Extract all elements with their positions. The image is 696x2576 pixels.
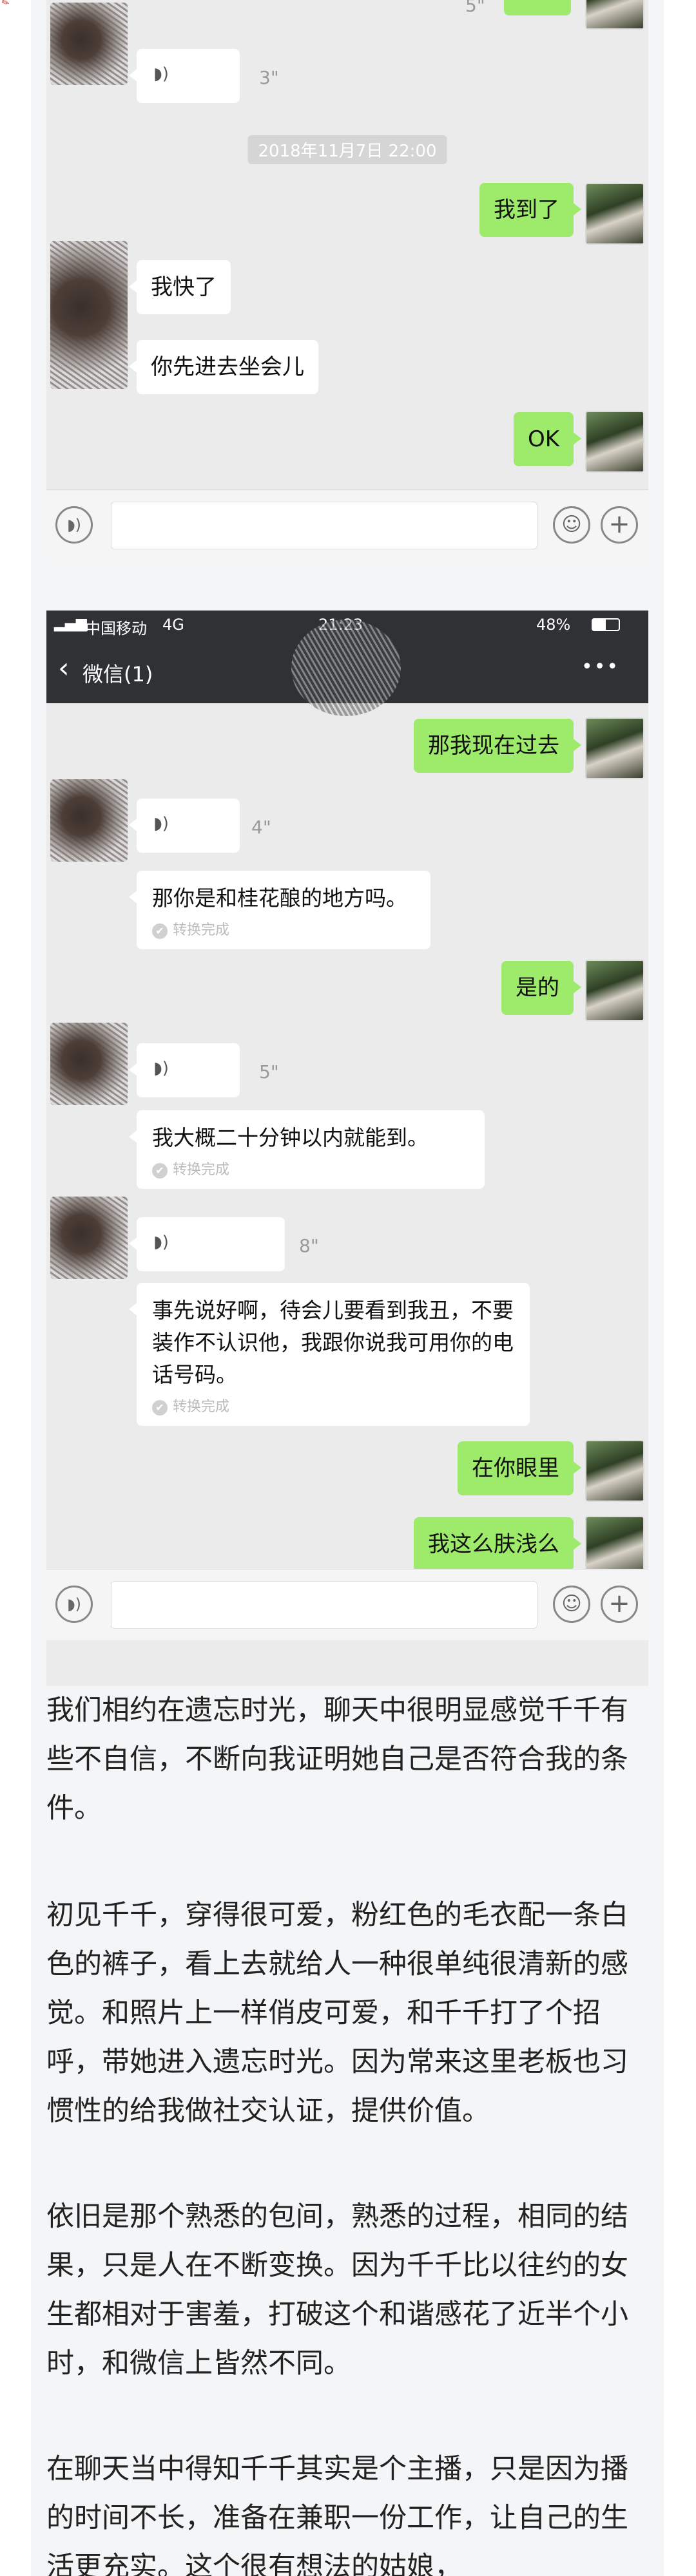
avatar-self bbox=[585, 0, 644, 30]
voice-message[interactable]: ◗) bbox=[129, 49, 240, 103]
back-chevron-icon[interactable]: ‹ bbox=[58, 654, 70, 683]
avatar-self bbox=[585, 411, 644, 473]
article-column: 5" ◗) 3" 2018年11月7日 22:00 我到了 我快了 你先进去坐会… bbox=[31, 0, 664, 2576]
signal-icon: ▂▄▆ bbox=[54, 616, 87, 632]
voice-transcript: 事先说好啊，待会儿要看到我丑，不要装作不认识他，我跟你说我可用你的电话号码。 转… bbox=[129, 1283, 530, 1426]
plus-icon[interactable]: + bbox=[601, 1586, 638, 1623]
voice-duration: 5" bbox=[259, 1061, 279, 1083]
voice-transcript: 那你是和桂花酿的地方吗。 转换完成 bbox=[129, 871, 430, 949]
avatar-contact bbox=[50, 779, 128, 862]
voice-mode-icon[interactable]: ◗) bbox=[55, 1586, 93, 1623]
transcript-text: 那你是和桂花酿的地方吗。 bbox=[152, 886, 407, 911]
incoming-message[interactable]: 我快了 bbox=[129, 260, 231, 314]
voice-transcript: 我大概二十分钟以内就能到。 转换完成 bbox=[129, 1110, 485, 1189]
voice-wave-icon: ◗) bbox=[153, 814, 169, 833]
chat-screenshot-2: ▂▄▆ 中国移动 4G 21:23 48% ‹ 微信(1) ••• 那我现在过去… bbox=[46, 611, 648, 1686]
avatar-contact bbox=[50, 1023, 128, 1105]
voice-wave-icon: ◗) bbox=[153, 1059, 169, 1078]
outgoing-message[interactable]: 我这么肤浅么 bbox=[414, 1517, 581, 1571]
voice-message[interactable]: ◗) bbox=[129, 1043, 240, 1097]
avatar-self bbox=[585, 717, 644, 779]
partial-outgoing-bubble bbox=[504, 0, 571, 15]
voice-duration-top: 5" bbox=[465, 0, 485, 16]
avatar-self bbox=[585, 1440, 644, 1502]
avatar-self bbox=[585, 183, 644, 245]
chat-timestamp: 2018年11月7日 22:00 bbox=[247, 135, 447, 164]
scribble-redaction bbox=[291, 620, 401, 716]
voice-wave-icon: ◗) bbox=[153, 64, 169, 84]
incoming-message[interactable]: 你先进去坐会儿 bbox=[129, 340, 318, 394]
voice-duration: 4" bbox=[251, 817, 271, 838]
voice-duration: 8" bbox=[299, 1235, 319, 1256]
chat-input-bar: ◗) ☺ + bbox=[46, 489, 648, 561]
carrier: 中国移动 bbox=[85, 620, 147, 638]
transcript-status: 转换完成 bbox=[137, 1154, 485, 1189]
chat-screenshot-1: 5" ◗) 3" 2018年11月7日 22:00 我到了 我快了 你先进去坐会… bbox=[46, 0, 648, 509]
voice-message[interactable]: ◗) bbox=[129, 799, 240, 853]
article-paragraph: 初见千千，穿得很可爱，粉红色的毛衣配一条白色的裤子，看上去就给人一种很单纯很清新… bbox=[46, 1899, 628, 2127]
transcript-status: 转换完成 bbox=[137, 1391, 530, 1426]
network-type: 4G bbox=[162, 616, 184, 634]
outgoing-message[interactable]: OK bbox=[513, 412, 582, 466]
emoji-icon[interactable]: ☺ bbox=[553, 506, 590, 544]
corner-watermark: ✎ bbox=[0, 0, 12, 10]
voice-mode-icon[interactable]: ◗) bbox=[55, 506, 93, 544]
more-icon[interactable]: ••• bbox=[581, 656, 619, 678]
outgoing-message[interactable]: 那我现在过去 bbox=[414, 719, 581, 773]
outgoing-message[interactable]: 我到了 bbox=[479, 183, 581, 237]
plus-icon[interactable]: + bbox=[601, 506, 638, 544]
transcript-text: 我大概二十分钟以内就能到。 bbox=[152, 1125, 429, 1150]
avatar-contact bbox=[50, 241, 128, 389]
emoji-icon[interactable]: ☺ bbox=[553, 1586, 590, 1623]
transcript-status: 转换完成 bbox=[137, 914, 430, 949]
battery-icon bbox=[592, 618, 620, 631]
outgoing-message[interactable]: 在你眼里 bbox=[458, 1441, 581, 1495]
message-input[interactable] bbox=[111, 1581, 537, 1629]
avatar-contact bbox=[50, 1197, 128, 1279]
message-input[interactable] bbox=[111, 502, 537, 549]
voice-message[interactable]: ◗) bbox=[129, 1217, 285, 1271]
voice-duration: 3" bbox=[259, 67, 279, 88]
outgoing-message[interactable]: 是的 bbox=[501, 961, 581, 1015]
article-paragraph: 依旧是那个熟悉的包间，熟悉的过程，相同的结果，只是人在不断变换。因为千千比以往约… bbox=[46, 2201, 628, 2380]
avatar-contact bbox=[50, 3, 128, 85]
transcript-text: 事先说好啊，待会儿要看到我丑，不要装作不认识他，我跟你说我可用你的电话号码。 bbox=[152, 1298, 514, 1387]
article-paragraph: 在聊天当中得知千千其实是个主播，只是因为播的时间不长，准备在兼职一份工作，让自己… bbox=[46, 2453, 628, 2576]
article-paragraph: 我们相约在遗忘时光，聊天中很明显感觉千千有些不自信，不断向我证明她自己是否符合我… bbox=[46, 1694, 628, 1824]
chat-nav-bar: ‹ 微信(1) ••• bbox=[46, 620, 648, 716]
chat-input-bar: ◗) ☺ + bbox=[46, 1569, 648, 1640]
back-label[interactable]: 微信(1) bbox=[82, 658, 153, 688]
battery-percent: 48% bbox=[536, 616, 571, 634]
avatar-self bbox=[585, 960, 644, 1021]
voice-wave-icon: ◗) bbox=[153, 1233, 169, 1252]
